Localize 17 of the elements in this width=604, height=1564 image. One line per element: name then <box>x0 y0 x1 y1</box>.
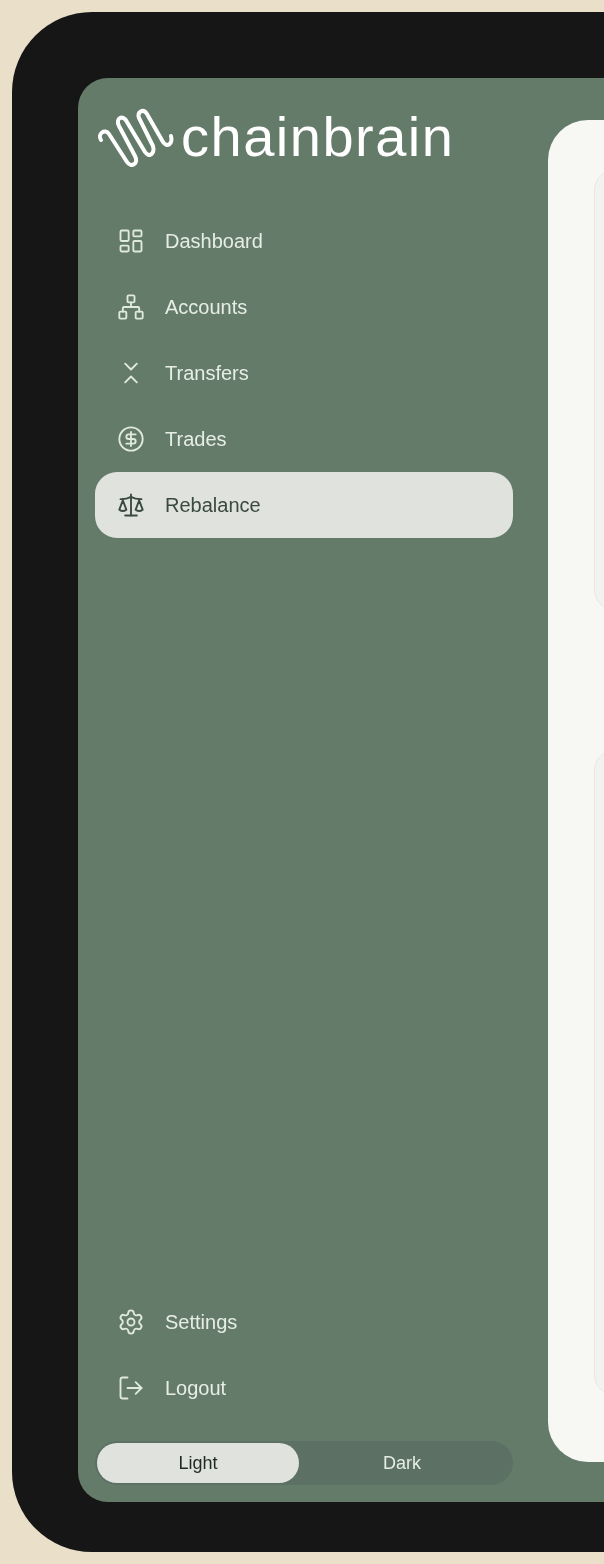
nav-item[interactable]: Accounts <box>95 274 513 340</box>
nav-item[interactable]: Trades <box>95 406 513 472</box>
settings-icon <box>117 1308 145 1336</box>
nav-item[interactable]: Transfers <box>95 340 513 406</box>
network-icon <box>117 293 145 321</box>
logo-icon <box>97 106 175 168</box>
logo-text: chainbrain <box>181 109 455 165</box>
logout-icon <box>117 1374 145 1402</box>
nav-item[interactable]: Rebalance <box>95 472 513 538</box>
dollar-circle-icon <box>117 425 145 453</box>
scale-icon <box>117 491 145 519</box>
nav-item[interactable]: Dashboard <box>95 208 513 274</box>
theme-option[interactable]: Light <box>97 1443 299 1483</box>
theme-option[interactable]: Dark <box>301 1443 503 1483</box>
dashboard-icon <box>117 227 145 255</box>
nav-item[interactable]: Logout <box>95 1355 513 1421</box>
nav-item[interactable]: Settings <box>95 1289 513 1355</box>
